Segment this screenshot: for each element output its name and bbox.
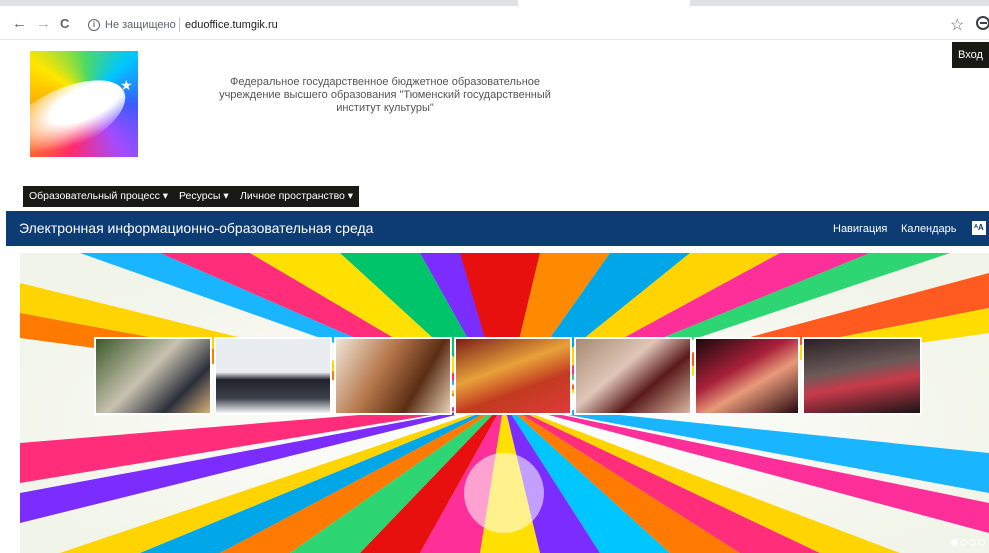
info-icon[interactable]: i: [88, 19, 100, 31]
bookmark-star-icon[interactable]: ☆: [950, 15, 964, 35]
login-button[interactable]: Вход: [952, 42, 989, 68]
tab-strip: [0, 0, 518, 6]
photo-awards[interactable]: [574, 337, 692, 415]
site-navbar: Электронная информационно-образовательна…: [6, 211, 989, 246]
star-icon: ★: [120, 77, 133, 93]
forward-arrow-icon[interactable]: →: [36, 16, 51, 31]
nav-link-navigation[interactable]: Навигация: [833, 223, 887, 235]
carousel-dot[interactable]: [960, 539, 967, 546]
browser-toolbar: ← → C i Не защищено eduoffice.tumgik.ru …: [0, 0, 989, 40]
photo-winter-group[interactable]: [214, 337, 332, 415]
menu-educational-process[interactable]: Образовательный процесс ▾: [23, 186, 175, 207]
menu-resources[interactable]: Ресурсы ▾: [173, 186, 235, 207]
carousel-dot[interactable]: [951, 539, 958, 546]
photo-graduates[interactable]: [94, 337, 212, 415]
carousel-dot[interactable]: [978, 539, 985, 546]
institution-logo[interactable]: ★: [30, 51, 138, 157]
back-arrow-icon[interactable]: ←: [12, 16, 27, 31]
security-status[interactable]: Не защищено: [105, 19, 176, 31]
carousel-dot[interactable]: [969, 539, 976, 546]
nav-link-calendar[interactable]: Календарь: [901, 223, 957, 235]
tab-strip: [690, 0, 989, 6]
menu-personal-space[interactable]: Личное пространство ▾: [234, 186, 360, 207]
translate-icon[interactable]: ᴬA: [972, 221, 986, 235]
url-separator: [179, 17, 180, 32]
carousel-indicators: [949, 533, 985, 551]
institution-title: Федеральное государственное бюджетное об…: [219, 76, 551, 114]
photo-stage-group[interactable]: [802, 337, 922, 415]
photo-writing[interactable]: [334, 337, 452, 415]
reload-icon[interactable]: C: [60, 16, 69, 31]
site-name[interactable]: Электронная информационно-образовательна…: [19, 220, 373, 236]
account-icon[interactable]: [976, 16, 989, 30]
photo-dancers[interactable]: [694, 337, 800, 415]
photo-strip: [94, 337, 924, 415]
photo-girl-in-scarf[interactable]: [454, 337, 572, 415]
address-bar-url[interactable]: eduoffice.tumgik.ru: [185, 19, 278, 31]
banner-carousel[interactable]: [20, 253, 989, 553]
